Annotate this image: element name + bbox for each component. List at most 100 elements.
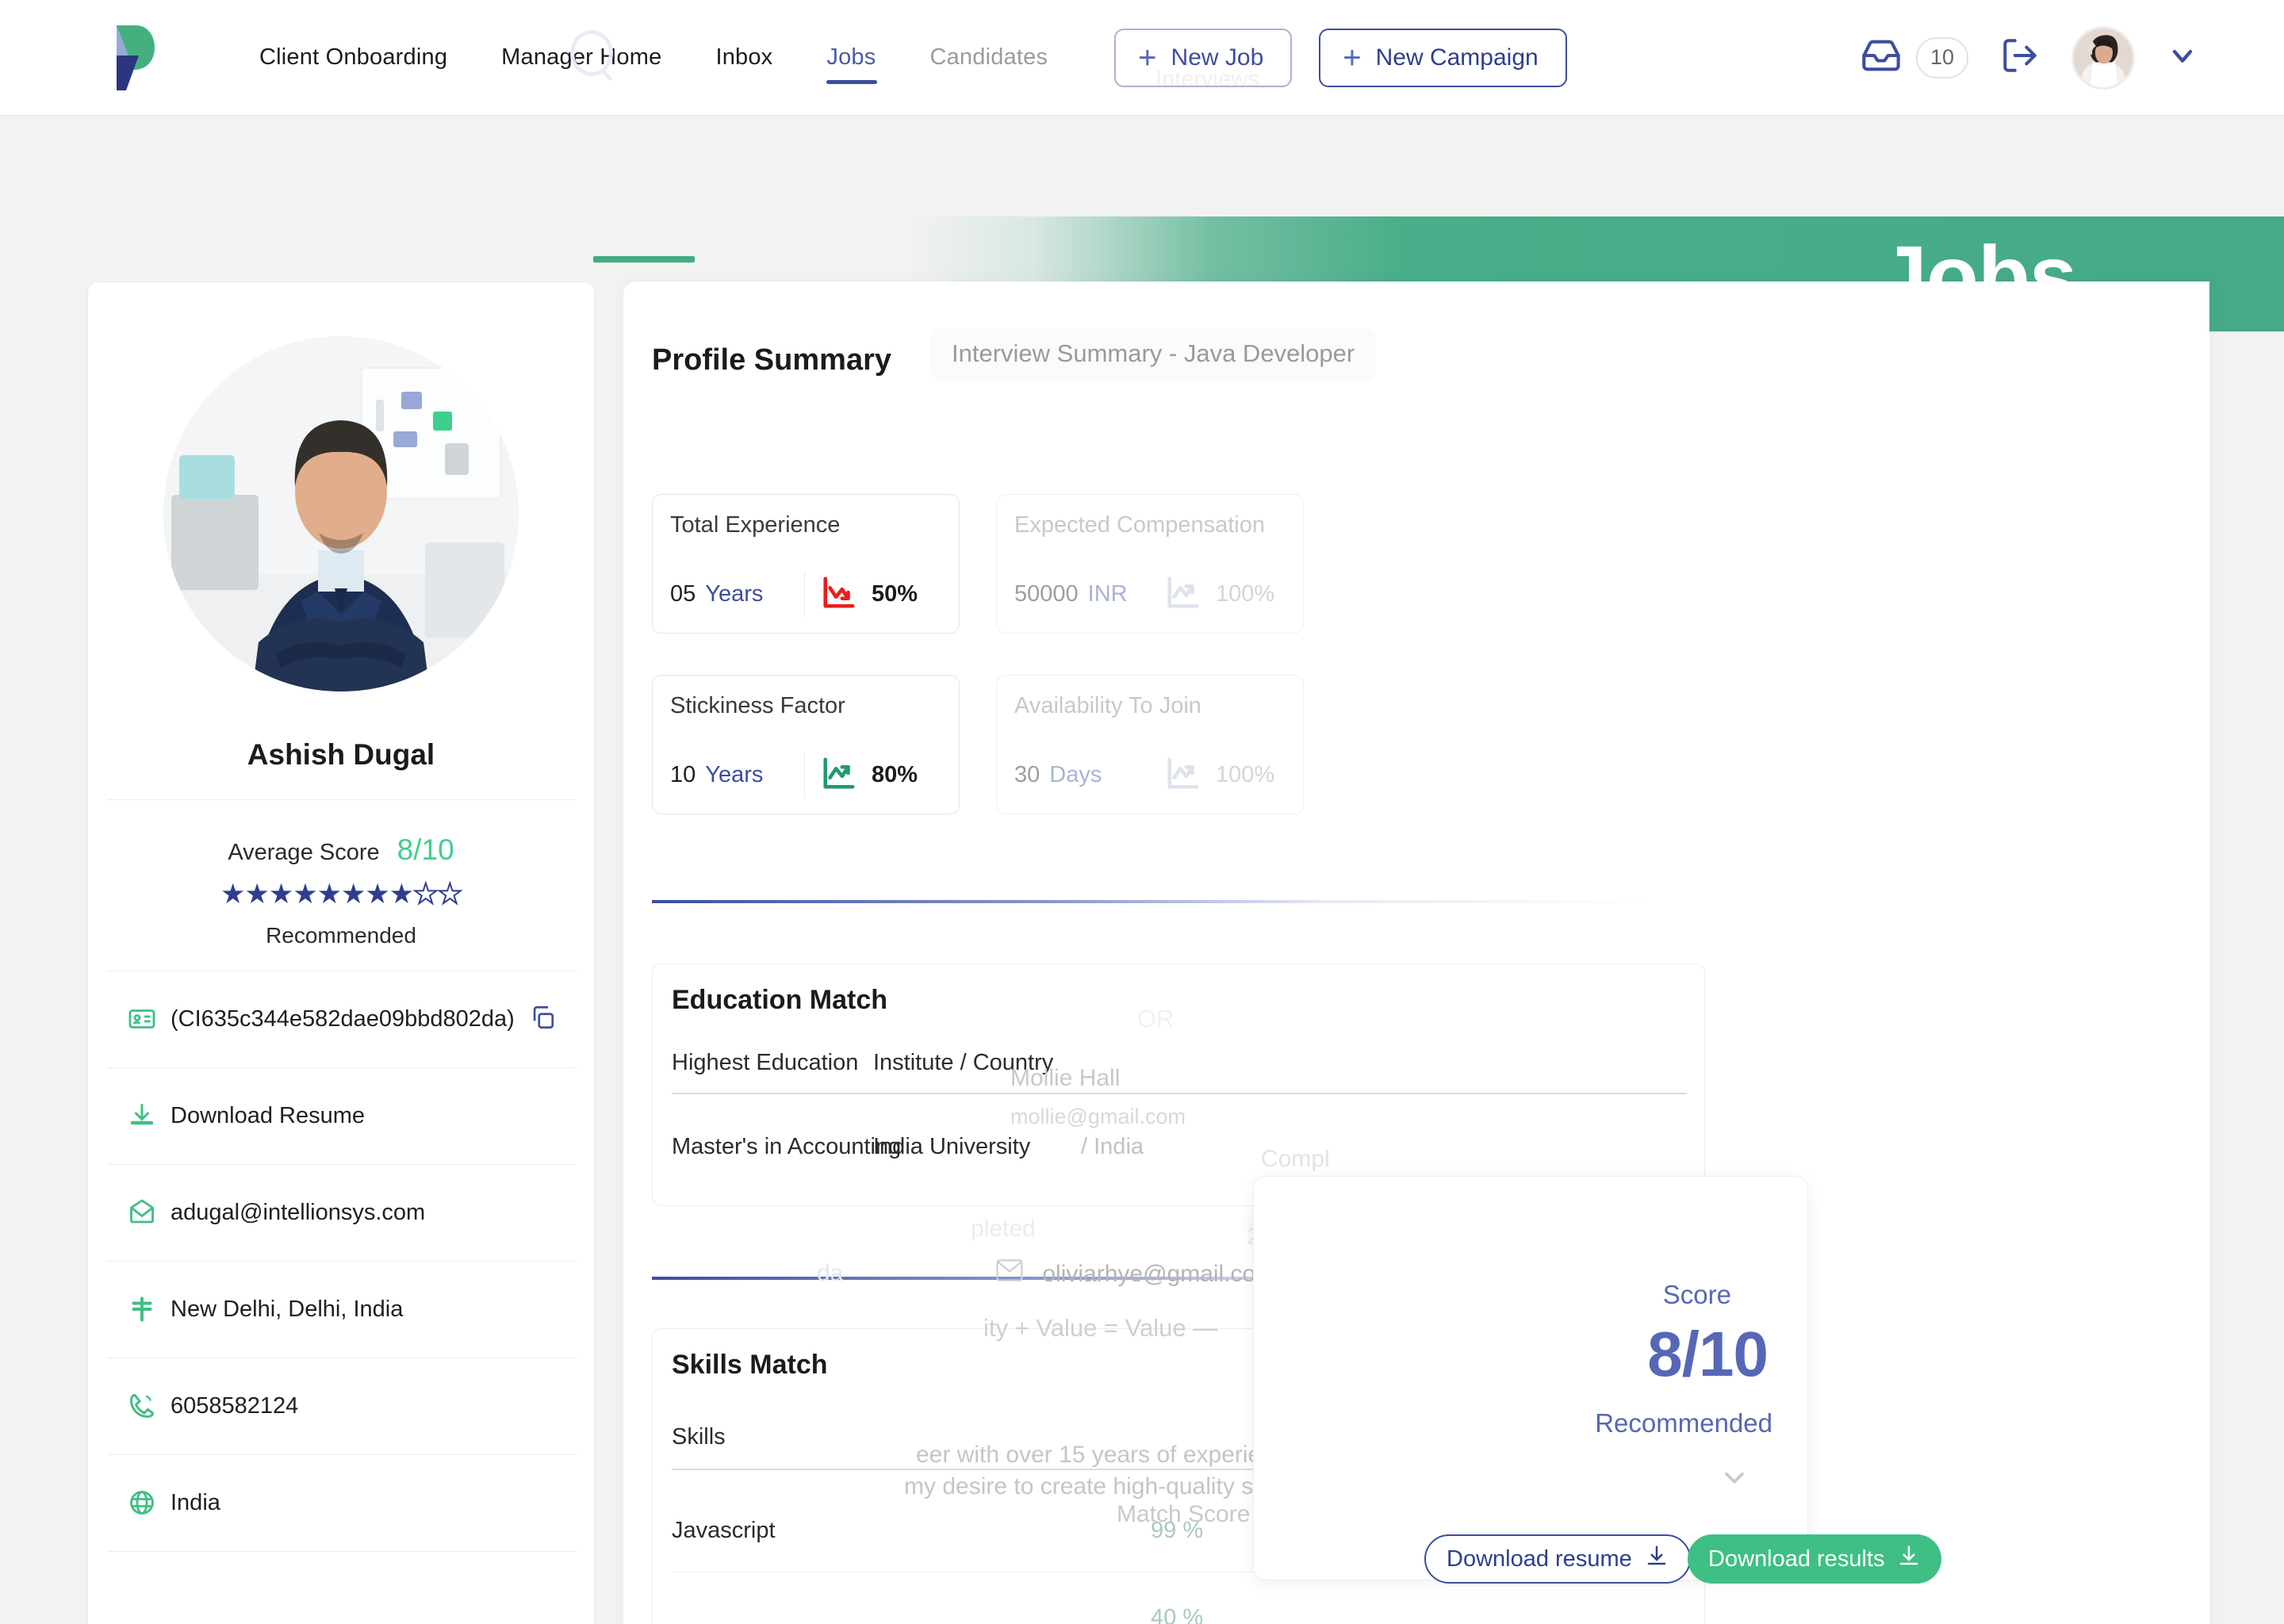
list-item[interactable]: (CI635c344e582dae09bbd802da) [107, 971, 577, 1067]
score-label: Score [1662, 1280, 1731, 1309]
list-item-email[interactable]: adugal@intellionsys.com [107, 1164, 577, 1261]
score-card: Score 8/10 Recommended [1253, 1176, 1808, 1580]
skill-score: 99 % [1151, 1518, 1204, 1543]
interview-summary-pill: Interview Summary - Java Developer [933, 329, 1374, 378]
trend-down-icon [821, 574, 857, 615]
education-degree: Master's in Accounting [672, 1134, 902, 1159]
education-match-card: Education Match Highest Education Instit… [652, 963, 1705, 1206]
inbox-count-badge: 10 [1916, 36, 1968, 79]
skills-col-skills: Skills [672, 1424, 726, 1450]
download-resume-label: Download resume [1447, 1545, 1632, 1572]
page-title: Ashish Dugal [247, 738, 435, 771]
divider-dashed [652, 900, 1738, 903]
candidate-photo [163, 336, 519, 691]
download-resume-button[interactable]: Download resume [1424, 1534, 1691, 1584]
list-item-label: New Delhi, Delhi, India [171, 1296, 404, 1322]
education-country: / India [1081, 1134, 1144, 1159]
logout-icon[interactable] [2000, 36, 2040, 79]
stat-value: 50000 [1014, 580, 1079, 607]
page-body: Jobs Active [0, 115, 2284, 1624]
nav-item-candidates[interactable]: Candidates [929, 44, 1048, 71]
section-title-education-match: Education Match [672, 985, 888, 1015]
nav-active-underline [826, 80, 878, 84]
star-rating: ★★★★★★★★★★ [220, 878, 463, 910]
stat-value: 30 [1014, 761, 1040, 787]
candidate-id-label: (CI635c344e582dae09bbd802da) [171, 1005, 515, 1032]
copy-icon[interactable] [529, 1004, 556, 1035]
new-campaign-label: New Campaign [1375, 44, 1539, 71]
education-col-highest: Highest Education [672, 1050, 859, 1075]
stat-title: Expected Compensation [1014, 512, 1265, 538]
plus-icon: + [1343, 40, 1362, 75]
mail-icon [128, 1198, 163, 1227]
stat-value: 05 [670, 580, 696, 607]
stat-title: Stickiness Factor [670, 693, 845, 718]
avatar[interactable] [2071, 25, 2135, 90]
stat-card-availability-to-join: Availability To Join 30 Days 100% [996, 675, 1304, 814]
stat-value: 10 [670, 761, 696, 787]
recommendation-label: Recommended [266, 923, 416, 948]
header-actions: Interviews + New Job + New Campaign [1114, 28, 1567, 92]
inbox-icon[interactable] [1861, 35, 1902, 80]
list-item-label: adugal@intellionsys.com [171, 1199, 426, 1225]
stat-card-total-experience: Total Experience 05 Years 50% [652, 494, 960, 634]
trend-up-icon [1165, 574, 1201, 615]
stat-card-stickiness-factor: Stickiness Factor 10 Years 80% [652, 675, 960, 814]
education-institute: India University [873, 1134, 1031, 1159]
stat-unit: Days [1049, 761, 1102, 787]
score-value: 8/10 [1647, 1319, 1769, 1389]
list-item-country[interactable]: India [107, 1454, 577, 1551]
average-score-value: 8/10 [397, 833, 454, 866]
search-icon[interactable] [570, 30, 613, 76]
nav-item-jobs[interactable]: Jobs [826, 44, 878, 84]
new-job-button[interactable]: + New Job [1114, 28, 1293, 87]
stat-title: Total Experience [670, 512, 841, 538]
app-header: Client Onboarding Manager Home Inbox Job… [0, 0, 2284, 115]
stat-percent: 50% [872, 580, 918, 607]
nav-item-jobs-label: Jobs [826, 44, 876, 70]
profile-card: Ashish Dugal Average Score 8/10 ★★★★★★★★… [87, 282, 595, 1624]
chevron-down-icon[interactable] [1719, 1461, 1750, 1496]
section-title-profile-summary: Profile Summary [652, 343, 891, 377]
list-item-download-resume[interactable]: Download Resume [107, 1067, 577, 1164]
download-icon [1645, 1544, 1669, 1574]
section-title-skills-match: Skills Match [672, 1350, 828, 1380]
company-logo[interactable] [99, 24, 156, 92]
trend-up-icon [1165, 755, 1201, 795]
chevron-down-icon[interactable] [2167, 40, 2198, 75]
download-results-button[interactable]: Download results [1688, 1534, 1942, 1584]
stat-unit: INR [1087, 580, 1128, 607]
skill-score: 40 % [1151, 1605, 1204, 1624]
stat-unit: Years [705, 761, 764, 787]
phone-icon [128, 1392, 163, 1420]
stat-percent: 100% [1216, 580, 1275, 607]
list-item-label: India [171, 1489, 220, 1515]
education-col-institute: Institute / Country [873, 1050, 1054, 1075]
list-item-label: 6058582124 [171, 1392, 299, 1419]
average-score-label: Average Score [228, 840, 380, 865]
list-item-phone[interactable]: 6058582124 [107, 1358, 577, 1454]
stat-percent: 80% [872, 761, 918, 787]
divider [107, 1551, 577, 1552]
score-recommendation: Recommended [1595, 1408, 1772, 1438]
list-item-location[interactable]: New Delhi, Delhi, India [107, 1261, 577, 1358]
new-campaign-button[interactable]: + New Campaign [1319, 28, 1567, 87]
nav-item-inbox[interactable]: Inbox [715, 44, 772, 71]
download-results-label: Download results [1708, 1545, 1885, 1572]
list-item-label: Download Resume [171, 1102, 366, 1128]
plus-icon: + [1138, 40, 1157, 75]
download-icon [128, 1101, 163, 1130]
stat-card-expected-compensation: Expected Compensation 50000 INR 100% [996, 494, 1304, 634]
section-accent-bar [593, 256, 695, 262]
new-job-label: New Job [1171, 44, 1264, 71]
header-right: 10 [1861, 25, 2198, 90]
download-icon [1897, 1544, 1921, 1574]
nav-item-client-onboarding[interactable]: Client Onboarding [259, 44, 447, 71]
stat-title: Availability To Join [1014, 693, 1201, 718]
divider [107, 799, 577, 800]
id-card-icon [128, 1005, 163, 1033]
average-score: Average Score 8/10 [88, 833, 594, 867]
trend-up-icon [821, 755, 857, 795]
skill-name: Javascript [672, 1518, 776, 1543]
location-signpost-icon [128, 1295, 163, 1323]
